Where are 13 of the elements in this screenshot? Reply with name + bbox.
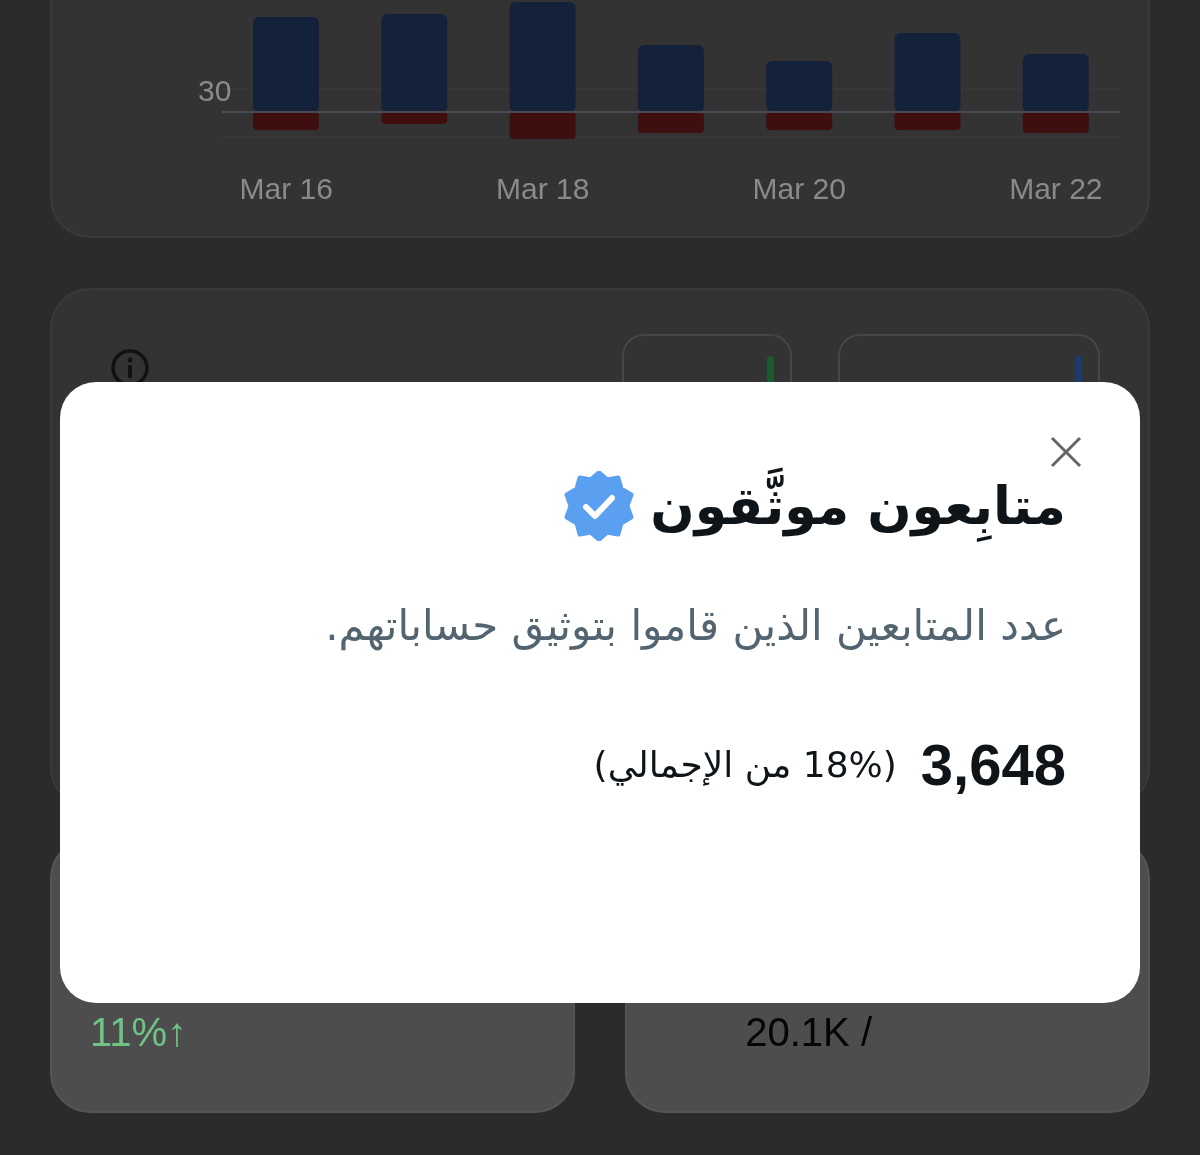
chart-bar: [766, 61, 833, 130]
axis-tick-label: 30: [198, 76, 232, 106]
stat-total: 20.1K /: [745, 1012, 872, 1052]
stat-change: 11%↑: [89, 1012, 187, 1052]
axis-date-label: Mar 18: [495, 174, 591, 204]
verified-count: 3,648: [920, 736, 1066, 794]
dialog-description: عدد المتابعين الذين قاموا بتوثيق حساباتهم.: [324, 600, 1066, 653]
close-button[interactable]: [1048, 434, 1084, 470]
axis-date-label: Mar 16: [238, 174, 334, 204]
axis-date-label: Mar 20: [751, 174, 847, 204]
axis-date-label: Mar 22: [1008, 174, 1104, 204]
verified-badge-icon: [564, 471, 635, 541]
close-icon: [1048, 434, 1084, 470]
